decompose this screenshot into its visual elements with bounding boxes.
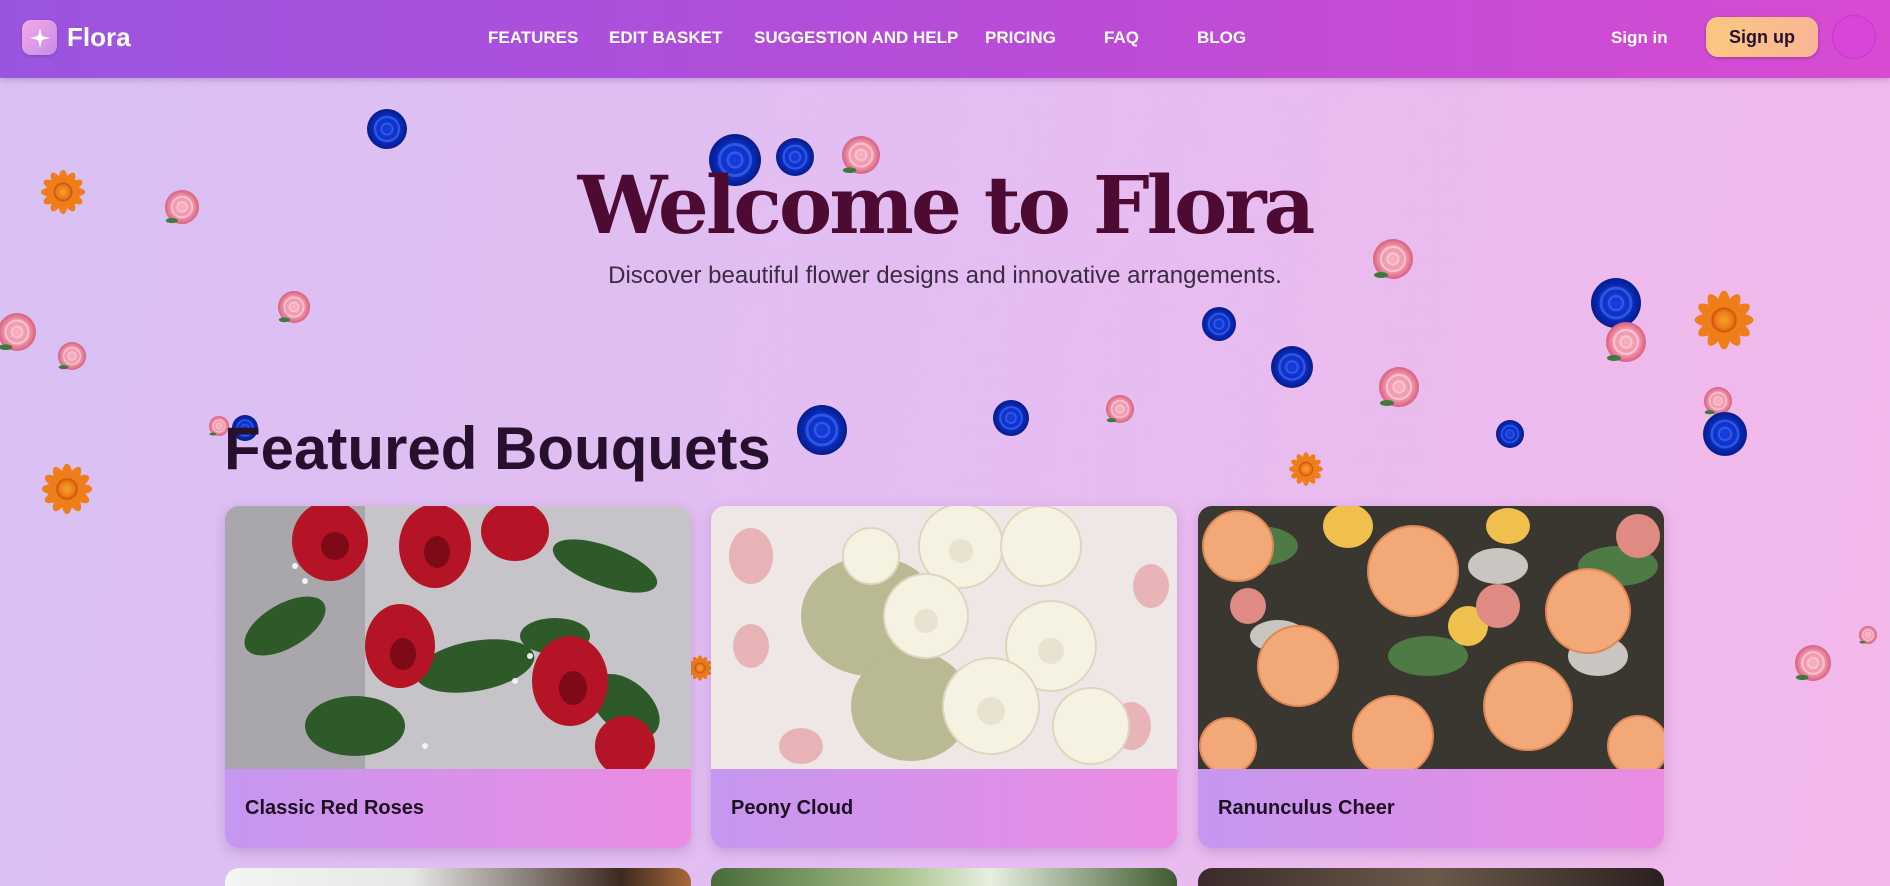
bouquet-card[interactable]: Classic Red Roses	[225, 506, 691, 848]
bouquet-card-title: Ranunculus Cheer	[1218, 797, 1395, 819]
brand-logo[interactable]: Flora	[22, 20, 131, 55]
sign-up-button[interactable]: Sign up	[1706, 17, 1818, 57]
bouquet-card-partial[interactable]	[225, 868, 691, 886]
pink-camellia-icon	[1704, 387, 1732, 415]
blue-rose-icon	[1202, 307, 1236, 341]
top-navigation-bar: Flora FEATURES EDIT BASKET SUGGESTION AN…	[0, 0, 1890, 78]
bouquet-card-partial[interactable]	[711, 868, 1177, 886]
blue-rose-icon	[367, 109, 407, 149]
pink-camellia-icon	[1859, 626, 1877, 644]
orange-dahlia-icon	[1289, 452, 1323, 486]
bouquet-card-title: Classic Red Roses	[245, 797, 424, 819]
pink-camellia-icon	[0, 313, 36, 351]
ranunculus-bouquet-image	[1198, 506, 1664, 769]
blue-rose-icon	[1496, 420, 1524, 448]
blue-rose-icon	[1271, 346, 1313, 388]
user-avatar[interactable]	[1832, 15, 1876, 59]
bouquet-card-title: Peony Cloud	[731, 797, 854, 819]
nav-faq[interactable]: FAQ	[1104, 28, 1139, 48]
peony-bouquet-image	[711, 506, 1177, 769]
nav-blog[interactable]: BLOG	[1197, 28, 1246, 48]
sign-in-link[interactable]: Sign in	[1611, 28, 1668, 48]
featured-bouquets-heading: Featured Bouquets	[224, 415, 771, 482]
pink-camellia-icon	[1106, 395, 1134, 423]
hero-subtitle: Discover beautiful flower designs and in…	[608, 262, 1282, 289]
nav-pricing[interactable]: PRICING	[985, 28, 1056, 48]
nav-suggestion-and-help[interactable]: SUGGESTION AND HELP	[754, 28, 958, 48]
red-roses-image	[225, 506, 691, 769]
blue-rose-icon	[993, 400, 1029, 436]
pink-camellia-icon	[1795, 645, 1831, 681]
orange-dahlia-icon	[1694, 290, 1754, 350]
pink-camellia-icon	[1379, 367, 1419, 407]
blue-rose-icon	[1703, 412, 1747, 456]
pink-camellia-icon	[58, 342, 86, 370]
pink-camellia-icon	[278, 291, 310, 323]
bouquet-card-partial[interactable]	[1198, 868, 1664, 886]
hero-title: Welcome to Flora	[577, 158, 1316, 252]
bouquet-card[interactable]: Peony Cloud	[711, 506, 1177, 848]
nav-edit-basket[interactable]: EDIT BASKET	[609, 28, 722, 48]
sparkle-logo-icon	[22, 20, 57, 55]
brand-name: Flora	[67, 22, 131, 52]
pink-camellia-icon	[1606, 322, 1646, 362]
blue-rose-icon	[797, 405, 847, 455]
bouquet-card[interactable]: Ranunculus Cheer	[1198, 506, 1664, 848]
orange-dahlia-icon	[41, 463, 93, 515]
nav-features[interactable]: FEATURES	[488, 28, 578, 48]
